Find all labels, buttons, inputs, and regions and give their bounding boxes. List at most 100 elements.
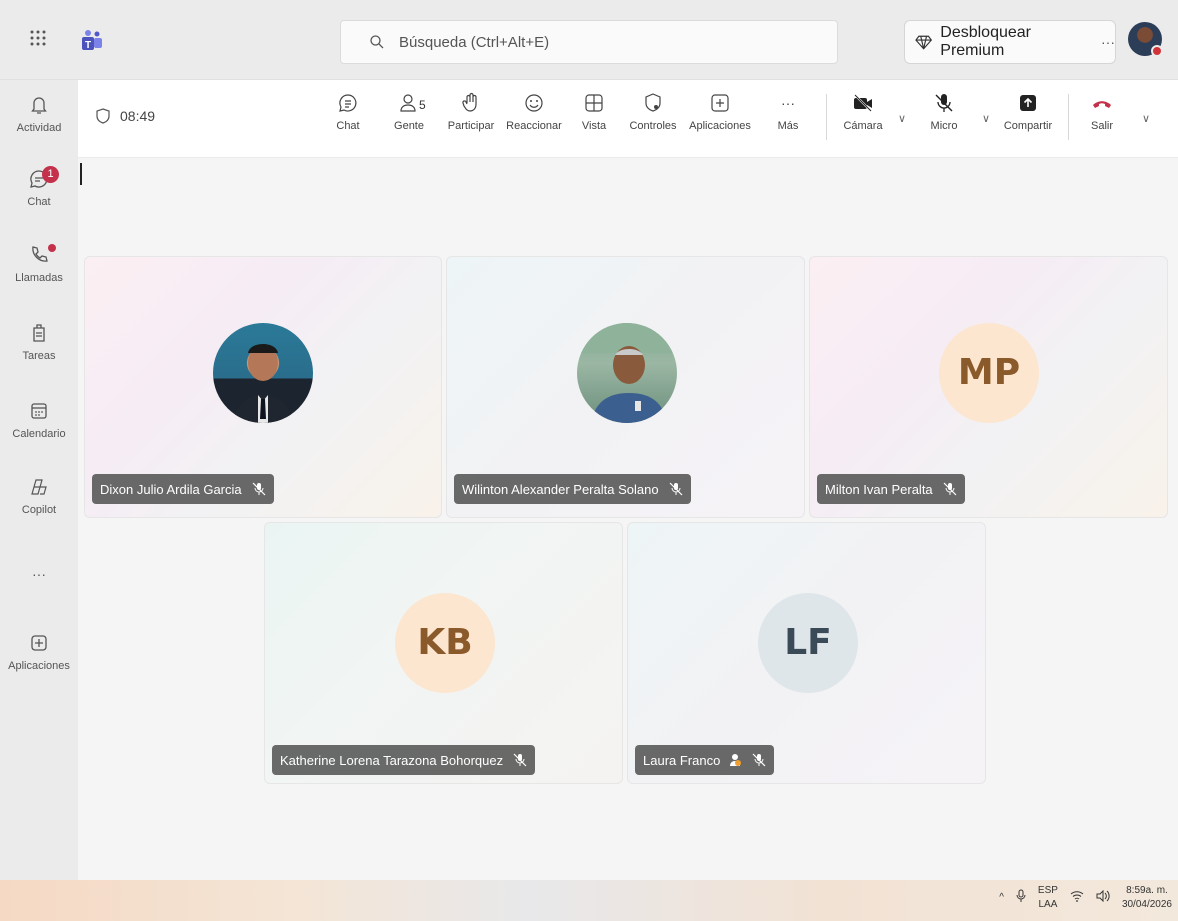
bell-icon bbox=[31, 97, 47, 114]
grid-view-icon bbox=[585, 94, 603, 112]
initials-avatar: MP bbox=[939, 323, 1039, 423]
initials-avatar: LF bbox=[758, 593, 858, 693]
tasks-icon bbox=[33, 324, 45, 342]
participant-tile[interactable]: LF Laura Franco bbox=[627, 522, 986, 784]
mic-off-icon bbox=[669, 482, 682, 496]
chevron-down-icon[interactable]: ∨ bbox=[1142, 112, 1150, 125]
chevron-down-icon[interactable]: ∨ bbox=[982, 112, 990, 125]
rail-label: Copilot bbox=[21, 504, 57, 516]
more-options-icon[interactable]: ··· bbox=[1101, 34, 1115, 50]
search-placeholder: Búsqueda (Ctrl+Alt+E) bbox=[399, 33, 550, 51]
raise-label: Participar bbox=[447, 120, 495, 132]
rail-item-chat[interactable]: 1 Chat bbox=[0, 166, 78, 208]
status-badge bbox=[1151, 45, 1163, 57]
teams-logo-icon: T bbox=[80, 28, 104, 52]
rail-label: Calendario bbox=[12, 428, 66, 440]
meeting-timer: 08:49 bbox=[96, 108, 155, 124]
toolbar-divider bbox=[1068, 94, 1069, 140]
timer-text: 08:49 bbox=[120, 108, 156, 124]
share-button[interactable]: Compartir bbox=[1000, 92, 1056, 132]
emoji-icon bbox=[525, 94, 543, 112]
app-rail: Actividad 1 Chat Llamadas Tareas Calenda… bbox=[0, 80, 78, 880]
unlock-premium-button[interactable]: Desbloquear Premium ··· bbox=[904, 20, 1116, 64]
rail-item-llamadas[interactable]: Llamadas bbox=[0, 244, 78, 284]
meeting-toolbar: 08:49 Chat 5 Gente Participar Reaccionar… bbox=[78, 80, 1178, 158]
rail-label: Llamadas bbox=[15, 272, 63, 284]
language-bottom: LAA bbox=[1038, 899, 1058, 910]
premium-label: Desbloquear Premium bbox=[940, 24, 1031, 59]
guest-icon bbox=[730, 754, 742, 766]
participant-tile[interactable]: KB Katherine Lorena Tarazona Bohorquez bbox=[264, 522, 623, 784]
mic-off-icon bbox=[513, 753, 527, 767]
os-taskbar: ^ ESP LAA 8:59a. m. 30/04/2026 bbox=[0, 880, 1178, 921]
avatar bbox=[577, 323, 677, 423]
share-icon bbox=[1020, 95, 1036, 111]
svg-text:T: T bbox=[85, 40, 91, 51]
clock-date: 30/04/2026 bbox=[1121, 899, 1172, 910]
participant-name: Laura Franco bbox=[643, 752, 721, 768]
rail-label: Tareas bbox=[22, 350, 56, 362]
share-label: Compartir bbox=[1003, 120, 1053, 132]
participant-nametag: Laura Franco bbox=[635, 745, 775, 775]
avatar bbox=[213, 323, 313, 423]
participant-name: Milton Ivan Peralta bbox=[825, 481, 933, 497]
chevron-up-icon[interactable]: ^ bbox=[999, 891, 1004, 905]
notification-dot bbox=[48, 244, 56, 252]
wifi-icon[interactable] bbox=[1070, 890, 1084, 907]
search-input[interactable]: Búsqueda (Ctrl+Alt+E) bbox=[340, 20, 838, 64]
more-icon: ··· bbox=[32, 566, 46, 582]
chat-button[interactable]: Chat bbox=[330, 92, 366, 132]
language-top: ESP bbox=[1037, 885, 1058, 896]
people-label: Gente bbox=[394, 120, 424, 132]
shield-icon bbox=[96, 108, 110, 124]
participant-tile[interactable]: Dixon Julio Ardila Garcia bbox=[84, 256, 442, 518]
mic-off-icon bbox=[935, 94, 953, 112]
mic-off-icon bbox=[943, 482, 957, 496]
more-button[interactable]: ··· Más bbox=[770, 92, 806, 132]
camera-button[interactable]: Cámara bbox=[840, 92, 886, 132]
more-label: Más bbox=[777, 120, 799, 132]
rail-item-calendario[interactable]: Calendario bbox=[0, 400, 78, 440]
leave-label: Salir bbox=[1090, 120, 1113, 132]
initials-avatar: KB bbox=[395, 593, 495, 693]
rail-item-more[interactable]: ··· bbox=[0, 566, 78, 582]
diamond-icon bbox=[915, 35, 933, 50]
controls-button[interactable]: Controles bbox=[624, 92, 682, 132]
language-indicator[interactable]: ESP LAA bbox=[1038, 884, 1058, 912]
people-button[interactable]: 5 Gente bbox=[386, 92, 432, 132]
avatar[interactable] bbox=[1128, 22, 1163, 57]
rail-item-copilot[interactable]: Copilot bbox=[0, 476, 78, 516]
participant-nametag: Wilinton Alexander Peralta Solano bbox=[454, 474, 691, 504]
mic-button[interactable]: Micro bbox=[924, 92, 964, 132]
participant-tile[interactable]: Wilinton Alexander Peralta Solano bbox=[446, 256, 805, 518]
calendar-icon bbox=[31, 403, 47, 419]
mic-off-icon bbox=[752, 753, 766, 767]
rail-item-aplicaciones[interactable]: Aplicaciones bbox=[0, 632, 78, 672]
toolbar-divider bbox=[826, 94, 827, 140]
app-launcher-icon[interactable] bbox=[26, 28, 50, 52]
raise-hand-button[interactable]: Participar bbox=[442, 92, 500, 132]
rail-item-tareas[interactable]: Tareas bbox=[0, 322, 78, 362]
participant-tile[interactable]: MP Milton Ivan Peralta bbox=[809, 256, 1168, 518]
mic-label: Micro bbox=[930, 120, 958, 132]
chevron-down-icon[interactable]: ∨ bbox=[898, 112, 906, 125]
volume-icon[interactable] bbox=[1096, 889, 1110, 907]
people-count: 5 bbox=[419, 98, 426, 112]
text-cursor bbox=[80, 163, 82, 185]
microphone-icon[interactable] bbox=[1016, 889, 1026, 908]
view-button[interactable]: Vista bbox=[576, 92, 612, 132]
leave-button[interactable]: Salir bbox=[1086, 92, 1118, 132]
react-button[interactable]: Reaccionar bbox=[502, 92, 566, 132]
mic-off-icon bbox=[252, 482, 266, 496]
participant-name: Katherine Lorena Tarazona Bohorquez bbox=[280, 752, 504, 768]
shield-settings-icon bbox=[645, 93, 661, 112]
participant-nametag: Milton Ivan Peralta bbox=[817, 474, 965, 504]
clock[interactable]: 8:59a. m. 30/04/2026 bbox=[1122, 884, 1172, 912]
apps-button[interactable]: Aplicaciones bbox=[684, 92, 756, 132]
search-icon bbox=[370, 35, 384, 49]
apps-label: Aplicaciones bbox=[689, 120, 751, 132]
rail-label: Chat bbox=[27, 196, 51, 208]
raise-hand-icon bbox=[462, 92, 477, 112]
rail-item-actividad[interactable]: Actividad bbox=[0, 94, 78, 134]
clock-time: 8:59a. m. bbox=[1126, 885, 1168, 896]
